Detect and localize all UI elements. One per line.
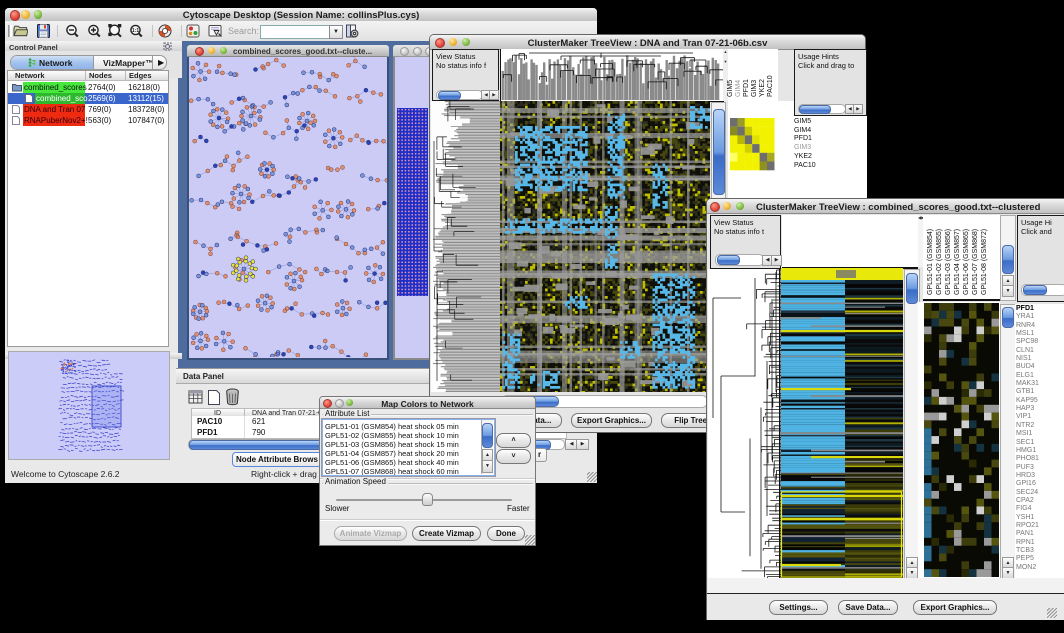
svg-text:1:1: 1:1 (132, 28, 139, 34)
